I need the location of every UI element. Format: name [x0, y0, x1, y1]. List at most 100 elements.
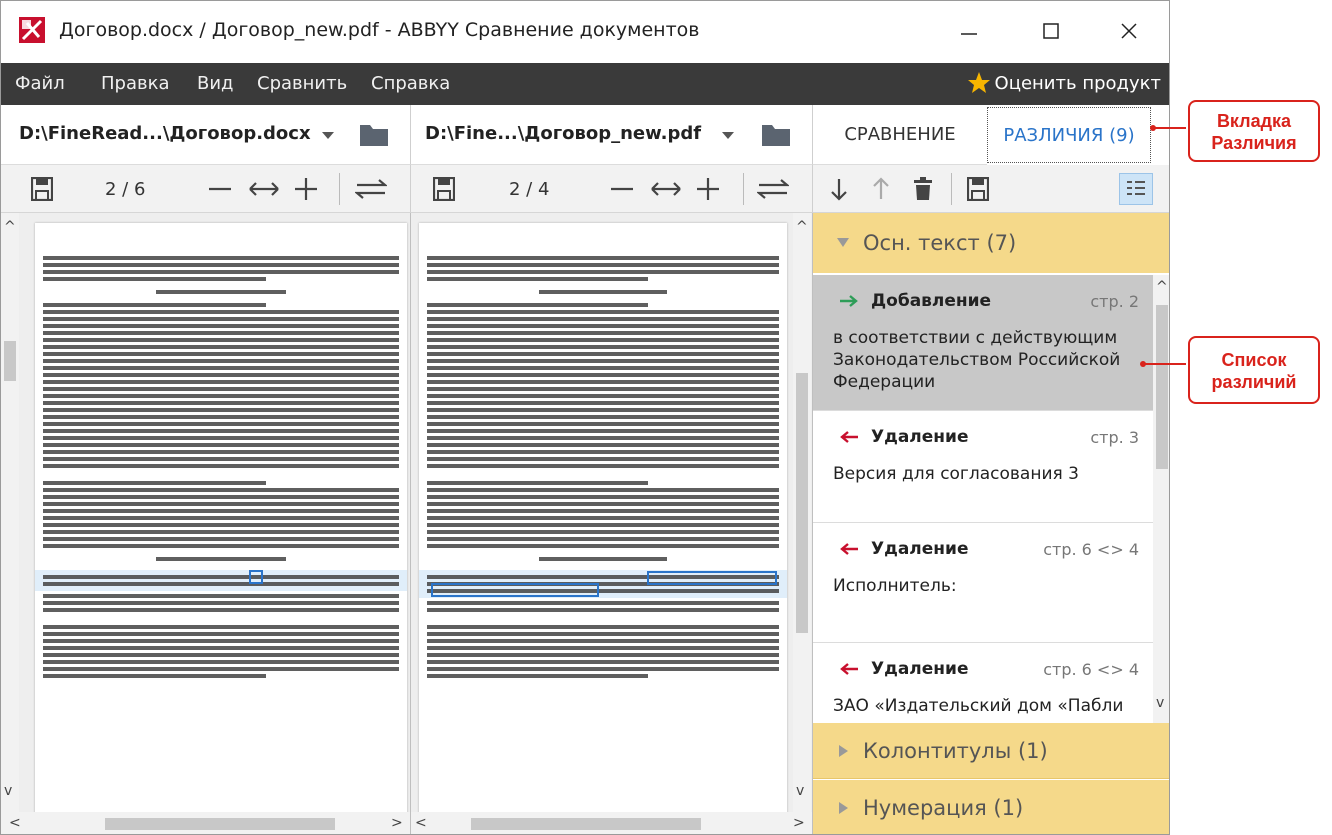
collapsed-triangle-icon — [839, 744, 848, 757]
difference-marker[interactable] — [647, 571, 777, 585]
difference-text: Версия для согласования 3 — [833, 464, 1079, 484]
scroll-thumb[interactable] — [796, 373, 808, 633]
right-document-page — [419, 223, 787, 817]
scroll-right-icon[interactable]: > — [793, 815, 805, 831]
save-differences-button[interactable] — [963, 173, 993, 205]
left-document-path[interactable]: D:\FineRead...\Договор.docx — [19, 123, 311, 144]
right-vertical-scrollbar[interactable]: ^ v — [793, 213, 811, 813]
group-numbering[interactable]: Нумерация (1) — [813, 780, 1169, 834]
fit-width-icon — [651, 182, 681, 196]
scroll-thumb[interactable] — [105, 818, 335, 830]
plus-icon — [697, 178, 719, 200]
star-icon — [967, 72, 990, 93]
deletion-arrow-icon — [840, 663, 858, 675]
scroll-left-icon[interactable]: < — [415, 815, 427, 831]
right-open-folder-icon[interactable] — [761, 121, 791, 147]
trash-icon — [914, 177, 932, 200]
scroll-left-icon[interactable]: < — [9, 815, 21, 831]
tab-differences[interactable]: РАЗЛИЧИЯ (9) — [987, 107, 1151, 163]
minus-icon — [209, 187, 231, 191]
scroll-down-icon[interactable]: v — [1156, 695, 1164, 711]
difference-page: стр. 6 <> 4 — [1043, 539, 1139, 559]
right-horizontal-scrollbar[interactable]: < > — [411, 812, 812, 834]
left-horizontal-scrollbar[interactable]: < > — [1, 812, 410, 834]
scroll-thumb[interactable] — [4, 341, 16, 381]
addition-arrow-icon — [840, 295, 858, 307]
left-document-page — [35, 223, 407, 817]
differences-panel: СРАВНЕНИЕ РАЗЛИЧИЯ (9) Осн. текст (7) До… — [813, 105, 1169, 834]
right-save-button[interactable] — [429, 173, 459, 205]
list-icon — [1127, 181, 1145, 195]
menu-help[interactable]: Справка — [371, 73, 450, 94]
rate-product-label: Оценить продукт — [994, 72, 1161, 94]
group-headers-footers[interactable]: Колонтитулы (1) — [813, 723, 1169, 779]
right-page-counter: 2 / 4 — [509, 179, 550, 200]
app-logo-icon — [19, 17, 45, 43]
difference-page: стр. 6 <> 4 — [1043, 659, 1139, 679]
scroll-right-icon[interactable]: > — [391, 815, 403, 831]
menu-compare[interactable]: Сравнить — [257, 73, 347, 94]
left-fit-width-button[interactable] — [247, 173, 281, 205]
differences-list: Добавление стр. 2 в соответствии с дейст… — [813, 275, 1169, 723]
tab-compare[interactable]: СРАВНЕНИЕ — [813, 105, 987, 165]
right-fit-width-button[interactable] — [649, 173, 683, 205]
scroll-thumb[interactable] — [1156, 305, 1168, 469]
right-highlighted-difference[interactable] — [419, 570, 787, 598]
right-document-toolbar: 2 / 4 — [411, 165, 813, 213]
scroll-up-icon[interactable]: ^ — [796, 219, 808, 235]
list-item[interactable]: Удаление стр. 3 Версия для согласования … — [813, 411, 1153, 523]
scroll-up-icon[interactable]: ^ — [4, 219, 16, 235]
left-zoom-out-button[interactable] — [205, 173, 235, 205]
previous-difference-button[interactable] — [867, 173, 895, 205]
deletion-arrow-icon — [840, 431, 858, 443]
right-zoom-in-button[interactable] — [693, 173, 723, 205]
left-document-view[interactable]: ^ v < > — [1, 213, 411, 834]
differences-list-scrollbar[interactable]: ^ v — [1153, 275, 1169, 723]
scroll-down-icon[interactable]: v — [4, 783, 12, 799]
close-button[interactable] — [1109, 13, 1149, 49]
right-path-dropdown-icon[interactable] — [721, 131, 735, 141]
toolbar-divider — [339, 173, 340, 205]
difference-text: Исполнитель: — [833, 576, 957, 596]
save-icon — [31, 177, 53, 201]
group-headers-label: Колонтитулы (1) — [863, 738, 1048, 763]
difference-marker[interactable] — [249, 570, 263, 584]
left-page-counter: 2 / 6 — [105, 179, 146, 200]
list-item[interactable]: Удаление стр. 6 <> 4 ЗАО «Издательский д… — [813, 643, 1153, 723]
maximize-button[interactable] — [1031, 13, 1071, 49]
menu-file[interactable]: Файл — [15, 73, 65, 94]
right-sync-scroll-button[interactable] — [755, 173, 791, 205]
save-icon — [967, 177, 989, 201]
group-numbering-label: Нумерация (1) — [863, 796, 1024, 820]
right-zoom-out-button[interactable] — [607, 173, 637, 205]
left-open-folder-icon[interactable] — [359, 121, 389, 147]
left-sync-scroll-button[interactable] — [353, 173, 389, 205]
menu-edit[interactable]: Правка — [101, 73, 170, 94]
right-document-path[interactable]: D:\Fine...\Договор_new.pdf — [425, 123, 701, 144]
scroll-thumb[interactable] — [471, 818, 701, 830]
left-path-dropdown-icon[interactable] — [321, 131, 335, 141]
next-difference-button[interactable] — [825, 173, 853, 205]
scroll-up-icon[interactable]: ^ — [1156, 279, 1168, 295]
right-document-view[interactable]: ^ v < > — [411, 213, 813, 834]
left-vertical-scrollbar[interactable]: ^ v — [1, 213, 19, 813]
menu-view[interactable]: Вид — [197, 73, 234, 94]
left-zoom-in-button[interactable] — [291, 173, 321, 205]
left-save-button[interactable] — [27, 173, 57, 205]
fit-width-icon — [249, 182, 279, 196]
expanded-triangle-icon — [837, 238, 849, 247]
list-item[interactable]: Добавление стр. 2 в соответствии с дейст… — [813, 275, 1153, 411]
left-highlighted-difference[interactable] — [35, 570, 407, 591]
minimize-button[interactable] — [949, 13, 989, 49]
difference-type: Добавление — [871, 291, 992, 311]
rate-product-button[interactable]: Оценить продукт — [967, 71, 1161, 95]
delete-difference-button[interactable] — [909, 173, 937, 205]
scroll-down-icon[interactable]: v — [796, 783, 804, 799]
difference-text: в соответствии с действующим Законодател… — [833, 328, 1121, 392]
list-view-toggle[interactable] — [1119, 173, 1153, 205]
group-main-text[interactable]: Осн. текст (7) — [813, 213, 1169, 273]
arrow-down-icon — [831, 179, 847, 201]
difference-marker[interactable] — [431, 583, 599, 597]
list-item[interactable]: Удаление стр. 6 <> 4 Исполнитель: — [813, 523, 1153, 643]
left-document-path-bar: D:\FineRead...\Договор.docx — [1, 105, 411, 165]
